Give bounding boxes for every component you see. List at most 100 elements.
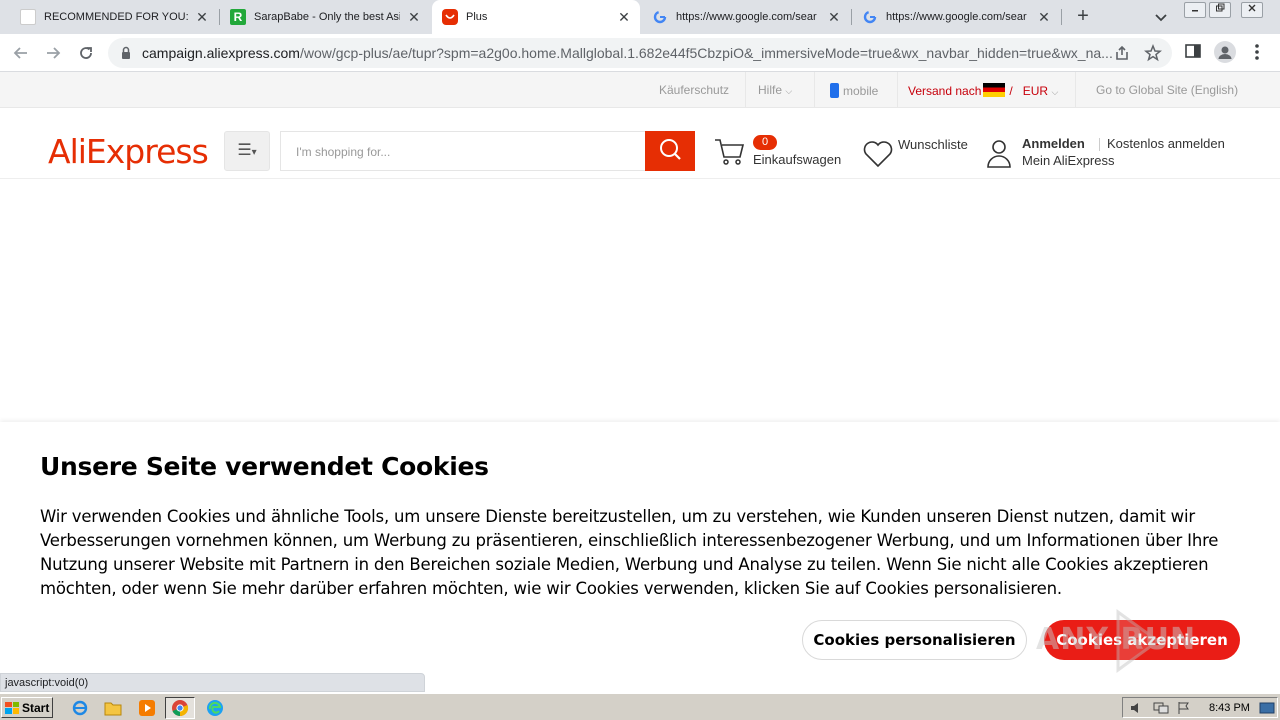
search-button[interactable] (645, 131, 695, 171)
close-tab-icon[interactable]: ✕ (406, 9, 422, 26)
forward-arrow-icon[interactable] (42, 42, 64, 64)
register-link[interactable]: Kostenlos anmelden (1107, 136, 1225, 151)
site-top-bar: Käuferschutz Hilfe ⌵ mobile Versand nach… (0, 72, 1280, 108)
divider (897, 72, 898, 108)
close-tab-icon[interactable]: ✕ (1036, 9, 1052, 26)
windows-logo-icon (5, 701, 19, 714)
edge-icon[interactable] (205, 698, 225, 718)
search-placeholder: I'm shopping for... (296, 145, 391, 159)
speaker-icon[interactable] (1129, 701, 1143, 718)
reload-icon[interactable] (75, 42, 97, 64)
currency-label: EUR (1022, 84, 1049, 98)
r-green-icon: R (230, 9, 246, 25)
shopping-cart-icon[interactable] (714, 137, 746, 172)
search-input[interactable]: I'm shopping for... (280, 131, 646, 171)
site-header: AliExpress ☰▾ I'm shopping for... 0 Eink… (0, 108, 1280, 179)
side-panel-icon[interactable] (1184, 42, 1202, 65)
aliexpress-icon (442, 9, 458, 25)
blank-page-icon (20, 9, 36, 25)
browser-tab[interactable]: https://www.google.com/sear ✕ (852, 0, 1060, 34)
wishlist-link[interactable]: Wunschliste (898, 137, 968, 152)
google-g-icon (862, 9, 878, 25)
ship-to-label: Versand nach (908, 84, 982, 98)
media-player-icon[interactable] (137, 698, 157, 718)
sign-in-link[interactable]: Anmelden (1022, 136, 1085, 151)
tab-separator (1061, 9, 1062, 25)
personalize-cookies-button[interactable]: Cookies personalisieren (802, 620, 1027, 660)
cookie-banner-title: Unsere Seite verwendet Cookies (40, 452, 489, 481)
germany-flag-icon (983, 83, 1006, 97)
browser-tab-strip: RECOMMENDED FOR YOU: ✕ R SarapBabe - Onl… (0, 0, 1280, 34)
browser-tab[interactable]: R SarapBabe - Only the best Asi ✕ (220, 0, 430, 34)
browser-menu-icon[interactable] (1254, 43, 1260, 66)
browser-tab[interactable]: https://www.google.com/sear ✕ (642, 0, 850, 34)
close-window-button[interactable] (1241, 2, 1263, 18)
tab-search-icon[interactable] (1152, 8, 1170, 26)
lock-icon[interactable] (120, 46, 132, 65)
caret-down-icon: ▾ (251, 147, 257, 158)
my-aliexpress-link[interactable]: Mein AliExpress (1022, 153, 1114, 168)
chrome-taskbar-icon[interactable] (165, 697, 195, 719)
share-icon[interactable] (1113, 44, 1131, 67)
new-tab-button[interactable]: + (1072, 6, 1094, 28)
chevron-down-icon: ⌵ (785, 86, 793, 96)
heart-icon[interactable] (862, 139, 894, 174)
profile-avatar-icon[interactable] (1214, 41, 1236, 63)
aliexpress-logo[interactable]: AliExpress (48, 132, 209, 172)
browser-tab[interactable]: RECOMMENDED FOR YOU: ✕ (0, 0, 218, 34)
action-center-flag-icon[interactable] (1177, 701, 1191, 718)
start-label: Start (22, 700, 50, 715)
back-arrow-icon[interactable] (10, 42, 32, 64)
divider (1075, 72, 1076, 108)
mobile-phone-icon (830, 83, 839, 98)
help-label: Hilfe (758, 83, 783, 97)
anyrun-watermark: ANY RUN (1036, 608, 1236, 674)
system-tray: 8:43 PM (1122, 697, 1278, 718)
url-host: campaign.aliexpress.com (142, 45, 300, 61)
divider (745, 72, 746, 108)
hamburger-menu-icon: ☰ (237, 142, 252, 159)
close-tab-icon[interactable]: ✕ (194, 9, 210, 26)
tab-title: https://www.google.com/sear (676, 11, 817, 23)
cookie-banner-text: Wir verwenden Cookies und ähnliche Tools… (40, 507, 1219, 598)
cookie-consent-banner: Unsere Seite verwendet Cookies Wir verwe… (0, 422, 1280, 698)
currency-separator: / (1009, 84, 1013, 98)
divider (814, 72, 815, 108)
close-tab-icon[interactable]: ✕ (826, 9, 842, 26)
windows-taskbar: Start 8:43 PM (0, 693, 1280, 720)
user-icon[interactable] (985, 137, 1013, 174)
cart-count-badge: 0 (753, 135, 777, 150)
google-g-icon (652, 9, 668, 25)
categories-menu-button[interactable]: ☰▾ (224, 131, 270, 171)
browser-toolbar: campaign.aliexpress.com/wow/gcp-plus/ae/… (0, 34, 1280, 72)
chevron-down-icon: ⌵ (1051, 87, 1059, 97)
bookmark-star-icon[interactable] (1144, 43, 1162, 67)
minimize-window-button[interactable] (1184, 2, 1206, 18)
start-button[interactable]: Start (1, 697, 53, 718)
ship-to-selector[interactable]: Versand nach / EUR ⌵ (908, 83, 1058, 98)
watermark-text: ANY RUN (1036, 622, 1197, 657)
divider (1099, 138, 1100, 151)
help-menu[interactable]: Hilfe ⌵ (758, 83, 792, 97)
tab-title: Plus (466, 11, 488, 23)
file-explorer-icon[interactable] (103, 698, 123, 718)
taskbar-clock[interactable]: 8:43 PM (1209, 702, 1250, 714)
show-desktop-icon[interactable] (1259, 701, 1275, 718)
search-icon (658, 137, 682, 166)
mobile-label: mobile (843, 84, 879, 98)
browser-tab-active[interactable]: Plus ✕ (432, 0, 640, 34)
buyer-protection-link[interactable]: Käuferschutz (659, 83, 729, 97)
url-path: /wow/gcp-plus/ae/tupr?spm=a2g0o.home.Mal… (299, 45, 1112, 61)
global-site-link[interactable]: Go to Global Site (English) (1096, 83, 1238, 97)
internet-explorer-icon[interactable] (70, 698, 90, 718)
cart-link[interactable]: Einkaufswagen (753, 152, 841, 167)
url-text[interactable]: campaign.aliexpress.com/wow/gcp-plus/ae/… (142, 45, 1112, 61)
restore-window-button[interactable] (1209, 2, 1231, 18)
tab-title: RECOMMENDED FOR YOU: (44, 11, 188, 23)
address-bar[interactable]: campaign.aliexpress.com/wow/gcp-plus/ae/… (108, 38, 1172, 68)
link-status-bar: javascript:void(0) (0, 673, 425, 692)
tab-title: SarapBabe - Only the best Asi (254, 11, 400, 23)
network-icon[interactable] (1153, 701, 1169, 718)
mobile-link[interactable]: mobile (830, 83, 878, 98)
close-tab-icon[interactable]: ✕ (616, 9, 632, 26)
